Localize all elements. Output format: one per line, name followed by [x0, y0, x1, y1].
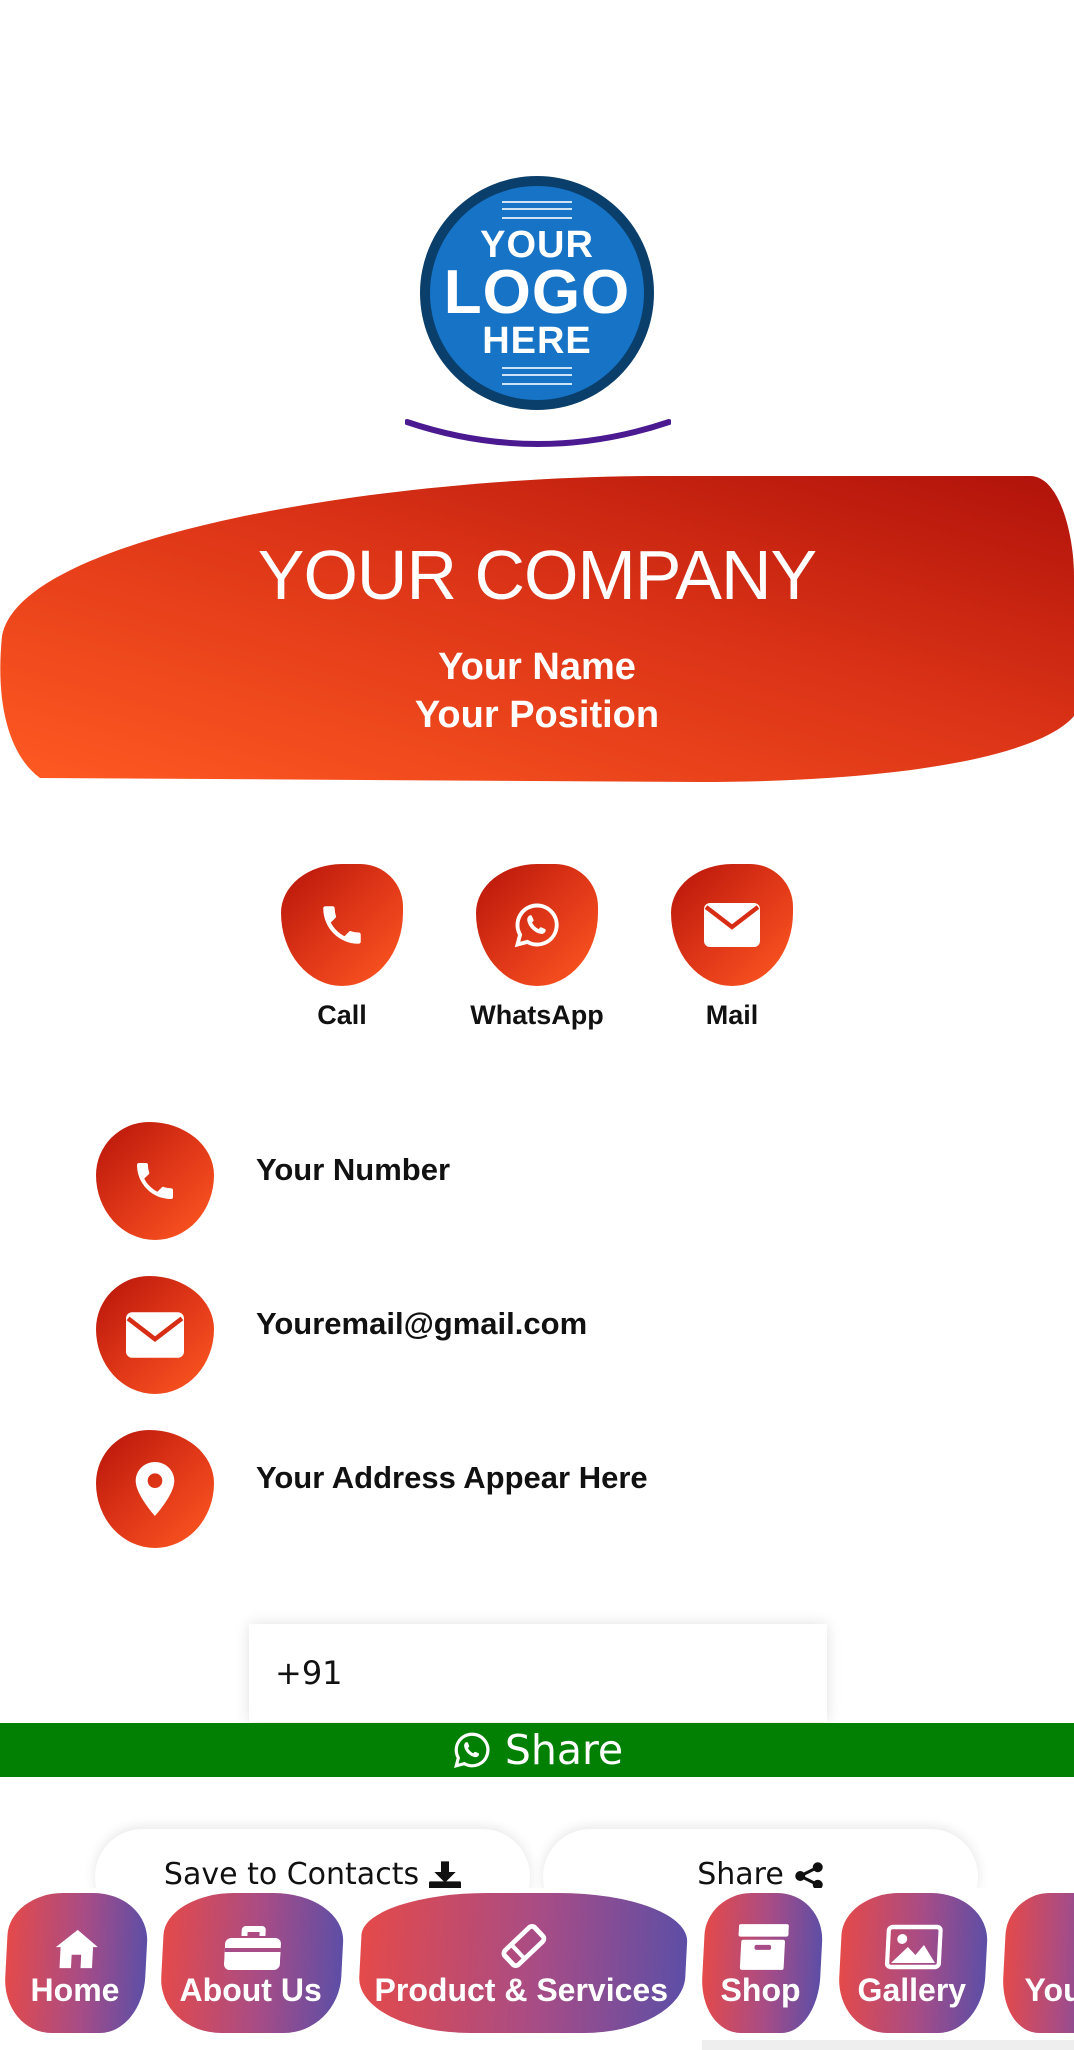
mail-label: Mail — [705, 1000, 759, 1030]
phone-icon — [137, 1163, 173, 1199]
logo-text-line2: LOGO — [443, 258, 631, 327]
image-icon — [884, 1924, 943, 1969]
contact-email[interactable]: Youremail@gmail.com — [256, 1306, 587, 1342]
map-pin-icon — [135, 1462, 175, 1516]
person-name: Your Name — [438, 646, 636, 688]
whatsapp-icon — [514, 903, 559, 948]
person-position: Your Position — [414, 694, 660, 736]
call-label: Call — [317, 1000, 367, 1030]
envelope-icon — [704, 903, 760, 947]
nav-shop[interactable]: Shop — [699, 1893, 825, 2033]
logo-circle: YOUR LOGO HERE — [430, 186, 644, 400]
nav-shop-label: Shop — [720, 1971, 801, 2008]
phone-input[interactable] — [275, 1654, 795, 1692]
company-name: YOUR COMPANY — [257, 536, 817, 614]
nav-about-us-label: About Us — [179, 1971, 322, 2008]
whatsapp-share-label: Share — [504, 1726, 624, 1774]
nav-product-services[interactable]: Product & Services — [356, 1893, 690, 2033]
phone-input-container — [249, 1624, 827, 1722]
ticket-icon — [501, 1923, 547, 1968]
nav-gallery-label: Gallery — [857, 1971, 966, 2008]
nav-home[interactable]: Home — [2, 1893, 150, 2033]
nav-home-label: Home — [30, 1971, 120, 2008]
nav-more-partial[interactable]: You — [1000, 1893, 1074, 2033]
company-logo: YOUR LOGO HERE — [420, 176, 654, 410]
nav-more-label: You — [1024, 1971, 1074, 2008]
mail-button[interactable] — [671, 864, 793, 986]
nav-gallery[interactable]: Gallery — [836, 1893, 990, 2033]
logo-underline-arc — [405, 419, 671, 447]
home-icon — [55, 1929, 98, 1968]
call-button[interactable] — [281, 864, 403, 986]
contact-number[interactable]: Your Number — [256, 1152, 450, 1188]
whatsapp-share-button[interactable]: Share — [0, 1723, 1074, 1777]
phone-icon — [323, 906, 361, 944]
contact-phone-icon-badge[interactable] — [96, 1122, 214, 1240]
briefcase-icon — [223, 1925, 282, 1970]
logo-lines-bottom — [502, 367, 572, 385]
nav-about-us[interactable]: About Us — [158, 1893, 346, 2033]
logo-text-line3: HERE — [482, 320, 592, 362]
bottom-navigation: Home About Us Product & Services Shop Ga… — [0, 1888, 1074, 2050]
download-icon — [429, 1861, 462, 1891]
contact-email-icon-badge[interactable] — [96, 1276, 214, 1394]
contact-address[interactable]: Your Address Appear Here — [256, 1460, 648, 1496]
bottom-scroll-strip — [702, 2040, 1074, 2050]
nav-product-services-label: Product & Services — [374, 1971, 669, 2008]
envelope-icon — [126, 1312, 184, 1358]
whatsapp-label: WhatsApp — [470, 1000, 604, 1030]
whatsapp-button[interactable] — [476, 864, 598, 986]
share-icon — [795, 1862, 823, 1890]
whatsapp-icon — [453, 1732, 490, 1768]
archive-box-icon — [738, 1923, 789, 1970]
logo-lines-top — [502, 201, 572, 219]
contact-address-icon-badge[interactable] — [96, 1430, 214, 1548]
